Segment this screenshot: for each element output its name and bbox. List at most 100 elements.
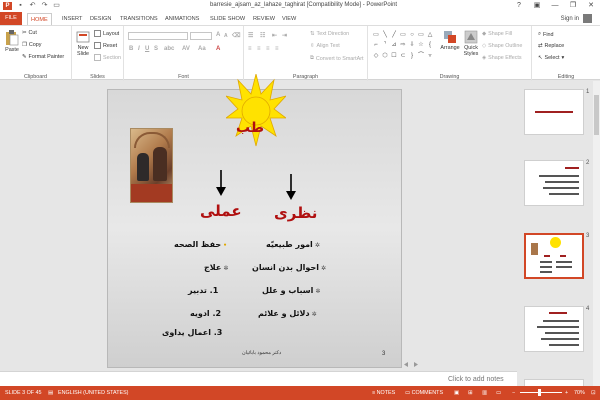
tab-transitions[interactable]: TRANSITIONS (120, 13, 158, 25)
comments-toggle[interactable]: ▭ COMMENTS (405, 390, 443, 396)
ribbon-display-icon[interactable]: ▣ (528, 0, 546, 12)
zoom-out-button[interactable]: − (512, 390, 515, 396)
reset-button[interactable]: Reset (94, 42, 117, 49)
slide-number[interactable]: 3 (382, 351, 385, 357)
font-color-icon[interactable]: A (216, 46, 220, 52)
sign-in[interactable]: Sign in (561, 14, 592, 23)
shapes-gallery[interactable]: ▭ ╲ ╱ ▭ ○ ▭ △ ⌐ ⌝ ⊿ ⇨ ⇩ ☆{ ◇ ⬡ ☐ ⊂} ⌒ ▿ (372, 31, 434, 61)
thumbnail-slide-3[interactable] (524, 233, 584, 279)
quick-styles-button[interactable]: Quick Styles (461, 30, 481, 57)
left-list-item[interactable]: 1. تدبیر (188, 286, 218, 295)
section-button[interactable]: Section (94, 54, 121, 61)
align-center-icon[interactable]: ≡ (257, 46, 261, 52)
thumbnail-slide-4[interactable] (524, 306, 584, 352)
font-size-combo[interactable] (190, 32, 212, 40)
slideshow-icon[interactable]: ▭ (52, 1, 61, 10)
tab-design[interactable]: DESIGN (90, 13, 111, 25)
left-list-item[interactable]: 2. ادویه (190, 309, 221, 318)
tab-insert[interactable]: INSERT (62, 13, 82, 25)
select-button[interactable]: ↖ Select ▾ (538, 55, 564, 61)
sun-shape[interactable] (226, 74, 286, 154)
slide-canvas[interactable]: طب عملی نظری ✲امور طبیعیّه ✲احوال بدن ان… (107, 74, 402, 368)
spacing-icon[interactable]: AV (182, 46, 190, 52)
notes-placeholder[interactable]: Click to add notes (448, 376, 504, 383)
numbering-icon[interactable]: ☷ (260, 32, 265, 39)
justify-icon[interactable]: ≡ (275, 46, 279, 52)
slideshow-view-icon[interactable]: ▭ (496, 390, 501, 396)
maximize-button[interactable]: ❐ (564, 0, 582, 12)
zoom-in-button[interactable]: + (565, 390, 568, 396)
right-list-item[interactable]: ✲اسباب و علل (262, 286, 320, 295)
tab-home[interactable]: HOME (27, 13, 52, 25)
align-left-icon[interactable]: ≡ (248, 46, 252, 52)
left-list-item[interactable]: 3. اعمال یداوی (162, 328, 222, 337)
right-list-item[interactable]: ✲دلائل و علائم (258, 309, 317, 318)
arrow-down-left-icon[interactable] (216, 170, 226, 196)
slide-sorter-icon[interactable]: ⊞ (468, 390, 473, 396)
find-button[interactable]: ⌕ Find (538, 31, 554, 38)
undo-icon[interactable]: ↶ (28, 1, 37, 10)
bullets-icon[interactable]: ☰ (248, 32, 253, 39)
language-indicator[interactable]: ENGLISH (UNITED STATES) (58, 390, 128, 396)
shadow-icon[interactable]: S (154, 46, 158, 52)
arrange-button[interactable]: Arrange (440, 30, 460, 51)
convert-smartart-button[interactable]: ⧉ Convert to SmartArt (310, 55, 364, 62)
zoom-level[interactable]: 70% (574, 390, 585, 396)
align-text-button[interactable]: ⇳ Align Text (310, 43, 340, 49)
close-button[interactable]: ✕ (582, 0, 600, 12)
copy-button[interactable]: ❐ Copy (22, 42, 41, 48)
bold-icon[interactable]: B (129, 46, 133, 52)
thumbnail-slide-2[interactable] (524, 160, 584, 206)
fit-slide-icon[interactable]: ⊡ (591, 390, 596, 396)
shrink-font-icon[interactable]: A (224, 33, 228, 39)
italic-icon[interactable]: I (138, 46, 140, 52)
heading-practical[interactable]: عملی (200, 202, 242, 220)
proofing-icon[interactable]: ▤ (48, 390, 53, 396)
tab-animations[interactable]: ANIMATIONS (165, 13, 199, 25)
zoom-slider[interactable] (520, 392, 562, 393)
increase-indent-icon[interactable]: ⇥ (282, 32, 287, 39)
shape-effects-button[interactable]: ◈ Shape Effects (482, 55, 522, 61)
tab-file[interactable]: FILE (0, 12, 22, 25)
left-list-item[interactable]: ✲علاج (204, 263, 228, 272)
sign-in-label[interactable]: Sign in (561, 16, 579, 22)
editor-scroll-arrows[interactable] (402, 361, 422, 368)
grow-font-icon[interactable]: A (216, 32, 220, 38)
font-name-combo[interactable] (128, 32, 188, 40)
strikethrough-icon[interactable]: abc (164, 46, 174, 52)
help-button[interactable]: ? (510, 0, 528, 12)
underline-icon[interactable]: U (145, 46, 149, 52)
right-list-item[interactable]: ✲احوال بدن انسان (252, 263, 326, 272)
miniature-painting-image[interactable] (130, 128, 173, 203)
slide-footer[interactable]: دکتر محمود بابائیان (242, 350, 281, 356)
left-list-item[interactable]: •حفظ الصحه (174, 240, 227, 249)
new-slide-button[interactable]: New Slide (74, 30, 92, 57)
notes-toggle[interactable]: ≡ NOTES (372, 390, 395, 396)
shape-fill-button[interactable]: ◆ Shape Fill (482, 31, 512, 37)
change-case-icon[interactable]: Aa (198, 46, 206, 52)
text-direction-button[interactable]: ⇅ Text Direction (310, 31, 349, 37)
layout-button[interactable]: Layout (94, 30, 119, 37)
tab-view[interactable]: VIEW (282, 13, 296, 25)
reading-view-icon[interactable]: ▥ (482, 390, 487, 396)
normal-view-icon[interactable]: ▣ (454, 390, 459, 396)
replace-button[interactable]: ⇄ Replace (538, 43, 564, 49)
format-painter-button[interactable]: ✎ Format Painter (22, 54, 64, 60)
paste-button[interactable]: Paste (3, 30, 21, 53)
minimize-button[interactable]: — (546, 0, 564, 12)
zoom-slider-handle[interactable] (538, 389, 541, 396)
align-right-icon[interactable]: ≡ (266, 46, 270, 52)
thumbnail-slide-1[interactable] (524, 89, 584, 135)
tab-slide-show[interactable]: SLIDE SHOW (210, 13, 245, 25)
right-list-item[interactable]: ✲امور طبیعیّه (266, 240, 320, 249)
save-icon[interactable]: ▪ (16, 1, 25, 10)
arrow-down-right-icon[interactable] (286, 174, 296, 200)
cut-button[interactable]: ✂ Cut (22, 30, 37, 36)
decrease-indent-icon[interactable]: ⇤ (272, 32, 277, 39)
notes-pane[interactable]: Click to add notes (0, 371, 517, 386)
clear-format-icon[interactable]: ⌫ (232, 32, 240, 39)
tab-review[interactable]: REVIEW (253, 13, 275, 25)
shape-outline-button[interactable]: ◇ Shape Outline (482, 43, 522, 49)
redo-icon[interactable]: ↷ (40, 1, 49, 10)
thumbnails-scrollbar[interactable] (593, 81, 600, 386)
